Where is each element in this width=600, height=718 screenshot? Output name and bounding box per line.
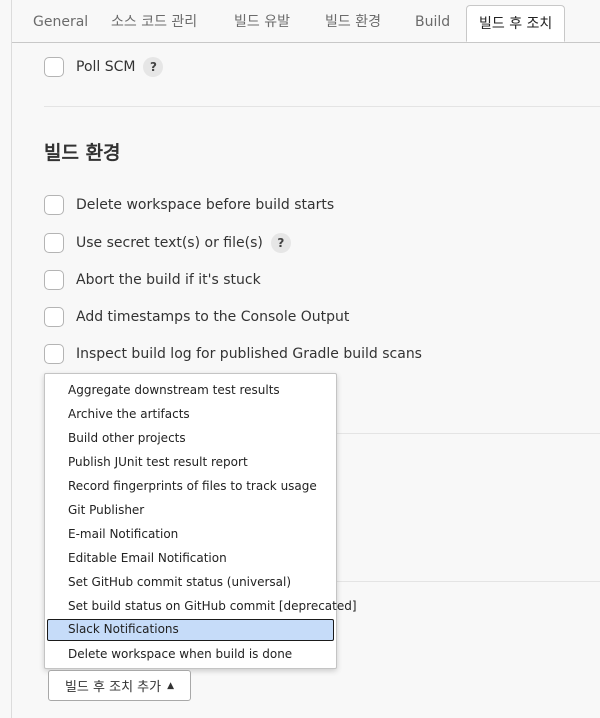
tab-build[interactable]: Build xyxy=(415,0,450,42)
build-env-option: Delete workspace before build starts xyxy=(44,193,334,217)
left-border xyxy=(11,0,12,718)
build-env-option-label: Abort the build if it's stuck xyxy=(76,272,261,288)
menu-item[interactable]: E-mail Notification xyxy=(47,523,334,545)
build-env-option-label: Add timestamps to the Console Output xyxy=(76,309,350,325)
tab-build-environment[interactable]: 빌드 환경 xyxy=(325,0,381,42)
add-post-build-action-label: 빌드 후 조치 추가 xyxy=(64,680,162,695)
menu-item[interactable]: Set build status on GitHub commit [depre… xyxy=(47,595,357,617)
build-env-option: Add timestamps to the Console Output xyxy=(44,305,349,329)
menu-item[interactable]: Publish JUnit test result report xyxy=(47,451,334,473)
build-env-option: Abort the build if it's stuck xyxy=(44,268,261,292)
help-icon[interactable]: ? xyxy=(270,233,291,253)
menu-item[interactable]: Record fingerprints of files to track us… xyxy=(47,475,334,497)
menu-item[interactable]: Git Publisher xyxy=(47,499,334,521)
config-tab-bar: General 소스 코드 관리 빌드 유발 빌드 환경 Build 빌드 후 … xyxy=(12,0,600,43)
post-build-action-menu: Aggregate downstream test results Archiv… xyxy=(44,373,357,669)
poll-scm-option: Poll SCM ? xyxy=(44,55,164,79)
build-env-option-label: Use secret text(s) or file(s) xyxy=(76,235,263,251)
section-divider xyxy=(44,106,600,107)
tab-build-triggers[interactable]: 빌드 유발 xyxy=(234,0,290,42)
tab-post-build-actions[interactable]: 빌드 후 조치 xyxy=(466,5,566,42)
build-env-option-label: Inspect build log for published Gradle b… xyxy=(76,346,422,362)
menu-item[interactable]: Set GitHub commit status (universal) xyxy=(47,571,334,593)
delete-workspace-before-build-checkbox[interactable] xyxy=(44,195,64,215)
tab-source-code-management[interactable]: 소스 코드 관리 xyxy=(111,0,197,42)
add-post-build-action-button[interactable]: 빌드 후 조치 추가 ▲ xyxy=(48,670,191,701)
poll-scm-checkbox[interactable] xyxy=(44,57,64,77)
build-environment-heading: 빌드 환경 xyxy=(44,142,121,164)
build-env-option: Inspect build log for published Gradle b… xyxy=(44,342,422,366)
use-secret-text-checkbox[interactable] xyxy=(44,233,64,253)
menu-item[interactable]: Editable Email Notification xyxy=(47,547,334,569)
help-icon[interactable]: ? xyxy=(143,57,164,77)
poll-scm-label: Poll SCM xyxy=(76,59,136,75)
inspect-gradle-scans-checkbox[interactable] xyxy=(44,344,64,364)
caret-up-icon: ▲ xyxy=(167,680,175,691)
abort-if-stuck-checkbox[interactable] xyxy=(44,270,64,290)
menu-item-selected[interactable]: Slack Notifications xyxy=(47,619,334,641)
tab-general[interactable]: General xyxy=(33,0,88,42)
add-timestamps-checkbox[interactable] xyxy=(44,307,64,327)
menu-item[interactable]: Build other projects xyxy=(47,427,334,449)
menu-item[interactable]: Archive the artifacts xyxy=(47,403,334,425)
build-env-option: Use secret text(s) or file(s) ? xyxy=(44,231,291,255)
build-env-option-label: Delete workspace before build starts xyxy=(76,197,335,213)
menu-item[interactable]: Delete workspace when build is done xyxy=(47,643,334,665)
menu-item[interactable]: Aggregate downstream test results xyxy=(47,379,334,401)
